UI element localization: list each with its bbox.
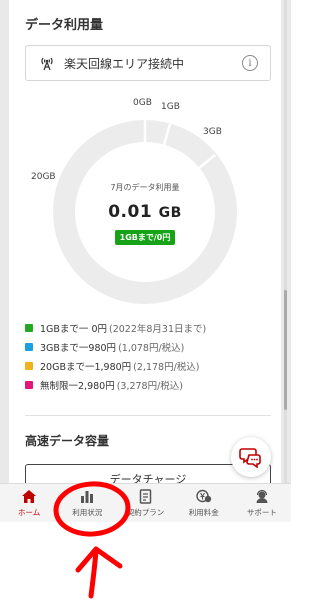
- tick-label-1gb: 1GB: [161, 102, 180, 112]
- tick-label-20gb: 20GB: [31, 172, 56, 182]
- tab-label: ホーム: [17, 507, 41, 517]
- data-usage-title: データ利用量: [25, 18, 104, 33]
- tab-billing[interactable]: 利用料金: [175, 484, 233, 522]
- antenna-icon: [36, 55, 58, 71]
- bottom-tab-bar: ホーム 利用状況 契約プラン 利用料金 サポート: [0, 483, 291, 522]
- legend-swatch-pink: [25, 380, 33, 389]
- tick-label-3gb: 3GB: [203, 127, 222, 137]
- gauge-used-amount: 0.01 GB: [9, 202, 281, 222]
- gauge-used-unit: GB: [158, 205, 182, 221]
- legend-sub: (1,078円/税込): [118, 342, 185, 354]
- bar-chart-icon: [79, 489, 95, 505]
- tab-contract-plan[interactable]: 契約プラン: [116, 484, 174, 522]
- usage-gauge: 0GB 1GB 3GB 20GB 7月のデータ利用量 0.01 GB 1GBまで…: [9, 92, 281, 312]
- legend-item: 1GBまで一 0円 (2022年8月31日まで): [25, 318, 275, 337]
- app-screen: データ利用量 楽天回線エリア接続中 i 0GB 1GB 3GB 20GB 7月の…: [0, 0, 291, 522]
- info-icon[interactable]: i: [242, 55, 258, 71]
- price-legend: 1GBまで一 0円 (2022年8月31日まで) 3GBまで一980円 (1,0…: [25, 318, 275, 394]
- legend-sub: (2022年8月31日まで): [109, 323, 207, 335]
- tab-label: 利用状況: [72, 507, 103, 517]
- tab-home[interactable]: ホーム: [0, 484, 58, 522]
- legend-main: 20GBまで一1,980円: [40, 361, 132, 373]
- legend-item: 20GBまで一1,980円 (2,178円/税込): [25, 356, 275, 375]
- legend-swatch-green: [25, 323, 33, 332]
- legend-main: 1GBまで一 0円: [40, 323, 107, 335]
- legend-main: 無制限一2,980円: [40, 380, 115, 392]
- network-status-label: 楽天回線エリア接続中: [64, 56, 185, 71]
- annotation-arrow-shaft: [88, 547, 99, 599]
- data-usage-card: データ利用量 楽天回線エリア接続中 i 0GB 1GB 3GB 20GB 7月の…: [9, 0, 281, 494]
- support-icon: [254, 489, 270, 505]
- legend-swatch-blue: [25, 342, 33, 351]
- scrollbar-thumb[interactable]: [284, 290, 287, 410]
- scrollbar-track: [284, 0, 287, 522]
- annotation-arrow-head: [75, 546, 123, 573]
- contract-icon: [138, 489, 154, 505]
- tab-support[interactable]: サポート: [233, 484, 291, 522]
- legend-item: 3GBまで一980円 (1,078円/税込): [25, 337, 275, 356]
- tab-label: 利用料金: [188, 507, 219, 517]
- gauge-caption: 7月のデータ利用量: [110, 183, 180, 192]
- network-status-box: 楽天回線エリア接続中 i: [25, 45, 271, 81]
- current-tier-badge: 1GBまで/0円: [115, 230, 175, 245]
- home-icon: [21, 489, 37, 505]
- high-speed-title: 高速データ容量: [25, 434, 110, 448]
- legend-sub: (2,178円/税込): [133, 361, 200, 373]
- legend-item: 無制限一2,980円 (3,278円/税込): [25, 375, 275, 394]
- gauge-used-value: 0.01: [108, 202, 153, 222]
- legend-sub: (3,278円/税込): [116, 380, 184, 392]
- tab-label: 契約プラン: [126, 507, 165, 517]
- section-divider: [25, 415, 271, 416]
- tab-label: サポート: [246, 507, 277, 517]
- chat-button[interactable]: [231, 437, 271, 477]
- tab-usage[interactable]: 利用状況: [58, 484, 116, 522]
- chat-bubble-icon: [239, 448, 261, 468]
- legend-swatch-yellow: [25, 361, 33, 370]
- tick-label-0gb: 0GB: [133, 98, 152, 108]
- yen-icon: [196, 489, 212, 505]
- legend-main: 3GBまで一980円: [40, 342, 117, 354]
